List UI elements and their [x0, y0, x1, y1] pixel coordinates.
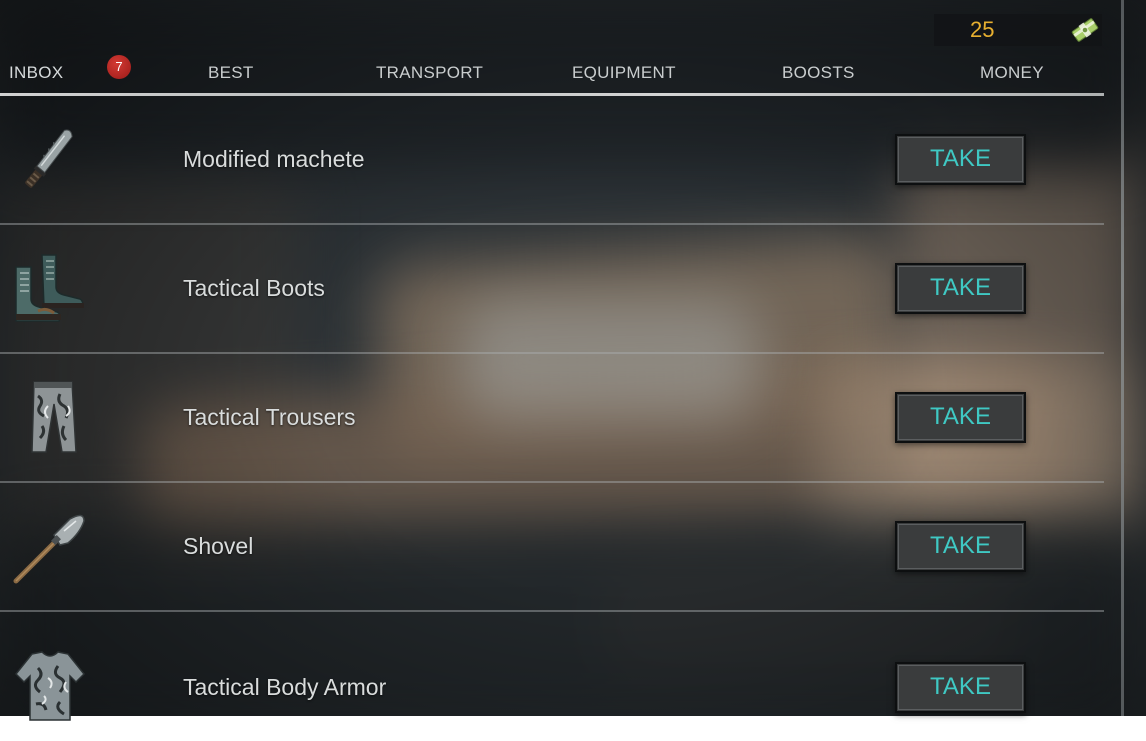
tab-label: TRANSPORT	[376, 63, 483, 82]
item-name: Tactical Trousers	[183, 404, 356, 431]
take-button[interactable]: TAKE	[895, 662, 1026, 713]
tab-money[interactable]: MONEY	[980, 63, 1044, 83]
list-item: Shovel TAKE	[0, 483, 1104, 612]
inbox-count-badge: 7	[107, 55, 131, 79]
boots-icon	[8, 247, 92, 331]
tab-best[interactable]: BEST	[208, 63, 254, 83]
tab-inbox[interactable]: INBOX	[9, 63, 63, 83]
item-name: Tactical Boots	[183, 275, 325, 302]
tab-label: EQUIPMENT	[572, 63, 676, 82]
tab-label: BEST	[208, 63, 254, 82]
category-tabs: INBOX 7 BEST TRANSPORT EQUIPMENT BOOSTS …	[0, 58, 1106, 90]
shovel-icon	[8, 505, 92, 589]
item-name: Tactical Body Armor	[183, 674, 386, 701]
currency-amount: 25	[970, 17, 994, 43]
tab-label: BOOSTS	[782, 63, 855, 82]
tab-equipment[interactable]: EQUIPMENT	[572, 63, 676, 83]
cash-bundle-icon	[1070, 14, 1100, 46]
take-button[interactable]: TAKE	[895, 392, 1026, 443]
item-name: Modified machete	[183, 146, 365, 173]
take-button[interactable]: TAKE	[895, 521, 1026, 572]
list-item: Modified machete TAKE	[0, 96, 1104, 225]
tab-transport[interactable]: TRANSPORT	[376, 63, 483, 83]
item-name: Shovel	[183, 533, 253, 560]
tab-label: MONEY	[980, 63, 1044, 82]
list-item: Tactical Body Armor TAKE	[0, 612, 1104, 741]
list-item: Tactical Trousers TAKE	[0, 354, 1104, 483]
trousers-icon	[8, 376, 92, 460]
currency-display: 25	[934, 14, 1102, 46]
body-armor-icon	[8, 648, 92, 732]
frame-rail	[1121, 0, 1124, 716]
tab-boosts[interactable]: BOOSTS	[782, 63, 855, 83]
take-button[interactable]: TAKE	[895, 263, 1026, 314]
list-item: Tactical Boots TAKE	[0, 225, 1104, 354]
take-button[interactable]: TAKE	[895, 134, 1026, 185]
inbox-item-list: Modified machete TAKE Tactical Boots TAK…	[0, 96, 1104, 741]
tab-label: INBOX	[9, 63, 63, 82]
machete-icon	[8, 118, 92, 202]
